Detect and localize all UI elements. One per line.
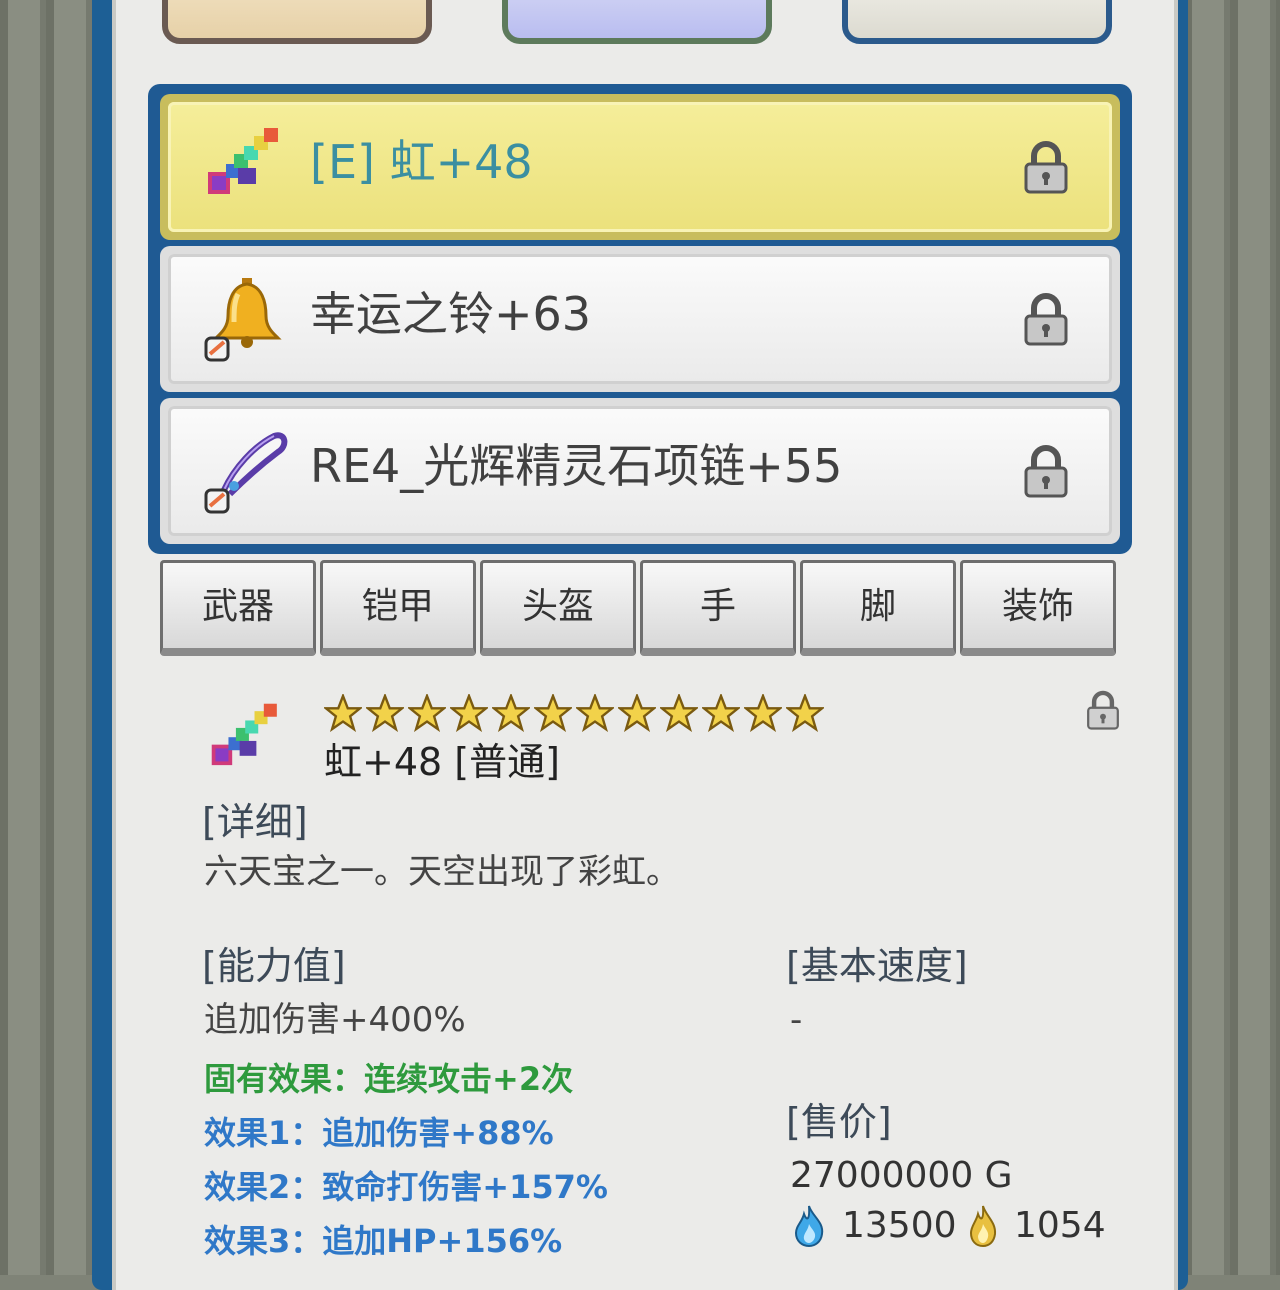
equipped-item-necklace[interactable]: RE4_光辉精灵石项链+55 — [160, 398, 1120, 544]
right-wall — [1184, 0, 1280, 1275]
tab-weapon[interactable]: 武器 — [160, 560, 316, 656]
equipped-item-name: [E] 虹+48 — [310, 135, 533, 189]
lock-icon[interactable] — [1024, 444, 1068, 498]
blue-flame-icon — [794, 1205, 824, 1248]
tab-hand[interactable]: 手 — [640, 560, 796, 656]
equipped-item-name: RE4_光辉精灵石项链+55 — [310, 439, 843, 493]
lock-icon[interactable] — [1024, 140, 1068, 194]
category-tabs: 武器 铠甲 头盔 手 脚 装饰 — [160, 560, 1122, 660]
tab-foot[interactable]: 脚 — [800, 560, 956, 656]
gold-flame-icon — [969, 1205, 997, 1248]
item-description: 六天宝之一。天空出现了彩虹。 — [204, 852, 680, 892]
speed-header: [基本速度] — [786, 944, 968, 988]
tab-accessory[interactable]: 装饰 — [960, 560, 1116, 656]
speed-value: - — [790, 1000, 803, 1040]
bell-icon — [204, 278, 282, 362]
ability-value: 追加伤害+400% — [204, 1000, 466, 1040]
star-icon — [492, 694, 530, 732]
equipped-item-rainbow[interactable]: [E] 虹+48 — [160, 94, 1120, 240]
effect-2: 效果2：致命打伤害+157% — [204, 1168, 608, 1206]
star-icon — [324, 694, 362, 732]
star-icon — [618, 694, 656, 732]
top-tab-3[interactable] — [842, 0, 1112, 44]
star-icon — [702, 694, 740, 732]
rarity-stars — [324, 694, 824, 734]
tab-helmet[interactable]: 头盔 — [480, 560, 636, 656]
equipped-item-name: 幸运之铃+63 — [310, 287, 592, 341]
star-icon — [450, 694, 488, 732]
equipped-list: [E] 虹+48 幸运之铃+63 RE4_光辉精灵石项链+55 — [148, 84, 1132, 554]
rainbow-gem-icon — [208, 128, 278, 194]
star-icon — [660, 694, 698, 732]
lock-icon[interactable] — [1086, 690, 1120, 730]
star-icon — [744, 694, 782, 732]
detail-header: [详细] — [202, 800, 308, 844]
equipped-item-bell[interactable]: 幸运之铃+63 — [160, 246, 1120, 392]
left-wall — [0, 0, 96, 1275]
effect-3: 效果3：追加HP+156% — [204, 1222, 563, 1260]
lock-icon[interactable] — [1024, 292, 1068, 346]
effect-1: 效果1：追加伤害+88% — [204, 1114, 554, 1152]
ability-header: [能力值] — [202, 944, 346, 988]
top-tab-1[interactable] — [162, 0, 432, 44]
price-value: 27000000 G — [790, 1155, 1013, 1196]
necklace-icon — [204, 432, 288, 514]
gold-flame-count: 1054 — [1014, 1205, 1106, 1246]
tab-armor[interactable]: 铠甲 — [320, 560, 476, 656]
price-header: [售价] — [786, 1100, 892, 1144]
star-icon — [786, 694, 824, 732]
star-icon — [534, 694, 572, 732]
item-details: 虹+48 [普通] [详细] 六天宝之一。天空出现了彩虹。 [能力值] 追加伤害… — [200, 680, 1130, 1275]
star-icon — [408, 694, 446, 732]
blue-flame-count: 13500 — [842, 1205, 957, 1246]
item-title: 虹+48 [普通] — [324, 740, 560, 784]
star-icon — [576, 694, 614, 732]
inherent-effect: 固有效果：连续攻击+2次 — [204, 1060, 574, 1098]
top-tab-2[interactable] — [502, 0, 772, 44]
star-icon — [366, 694, 404, 732]
rainbow-gem-icon — [211, 703, 277, 766]
